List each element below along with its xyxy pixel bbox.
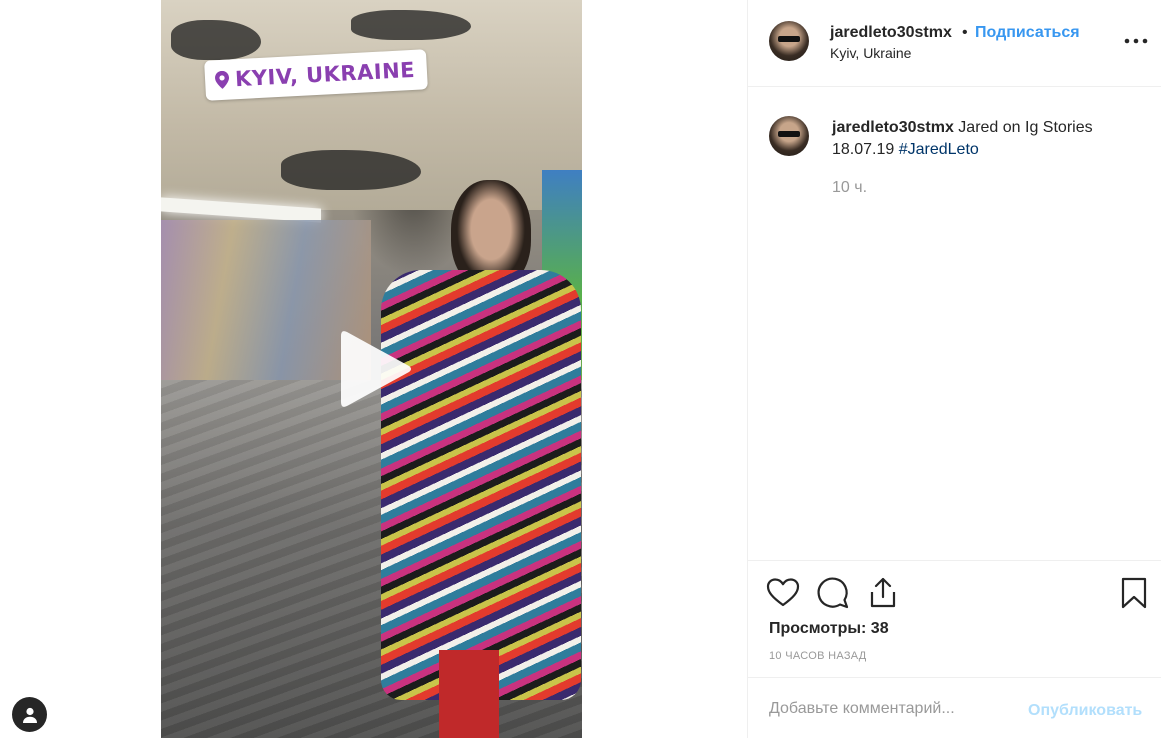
video-frame-graffiti bbox=[351, 10, 471, 40]
caption-time: 10 ч. bbox=[832, 179, 868, 196]
post-side-panel: jaredleto30stmx • Подписаться Kyiv, Ukra… bbox=[747, 0, 1161, 738]
share-icon[interactable] bbox=[866, 576, 900, 610]
video-frame-graffiti bbox=[281, 150, 421, 190]
comment-bar: Опубликовать bbox=[748, 677, 1161, 739]
pin-icon bbox=[215, 70, 230, 89]
location-sticker-text: KYIV, UKRAINE bbox=[234, 57, 416, 92]
action-bar: Просмотры: 38 10 часов назад bbox=[748, 560, 1161, 679]
user-icon[interactable] bbox=[12, 697, 47, 732]
media-area: KYIV, UKRAINE bbox=[0, 0, 747, 738]
caption-hashtag[interactable]: #JaredLeto bbox=[899, 141, 979, 158]
comment-input[interactable] bbox=[769, 696, 1009, 722]
views-label: Просмотры: bbox=[769, 620, 867, 637]
header-username[interactable]: jaredleto30stmx bbox=[830, 24, 952, 42]
views-count[interactable]: Просмотры: 38 bbox=[769, 620, 889, 638]
more-options-icon[interactable] bbox=[1123, 34, 1149, 48]
caption-avatar[interactable] bbox=[769, 116, 809, 156]
avatar[interactable] bbox=[769, 21, 809, 61]
video-frame-person bbox=[439, 650, 499, 738]
views-number: 38 bbox=[870, 620, 889, 637]
bookmark-icon[interactable] bbox=[1117, 576, 1151, 610]
heart-icon[interactable] bbox=[766, 576, 800, 610]
user-icon-glyph bbox=[22, 707, 37, 723]
play-icon[interactable] bbox=[339, 328, 415, 410]
header-location[interactable]: Kyiv, Ukraine bbox=[830, 45, 911, 61]
caption: jaredleto30stmx Jared on Ig Stories 18.0… bbox=[832, 117, 1142, 161]
header-separator: • bbox=[962, 24, 968, 41]
caption-username[interactable]: jaredleto30stmx bbox=[832, 119, 954, 136]
publish-button[interactable]: Опубликовать bbox=[1028, 702, 1142, 720]
post-header: jaredleto30stmx • Подписаться Kyiv, Ukra… bbox=[748, 0, 1161, 87]
follow-button[interactable]: Подписаться bbox=[975, 24, 1080, 42]
posted-ago[interactable]: 10 часов назад bbox=[769, 650, 867, 662]
video-frame-graffiti bbox=[171, 20, 261, 60]
comment-icon[interactable] bbox=[816, 576, 850, 610]
video-player[interactable]: KYIV, UKRAINE bbox=[161, 0, 582, 738]
